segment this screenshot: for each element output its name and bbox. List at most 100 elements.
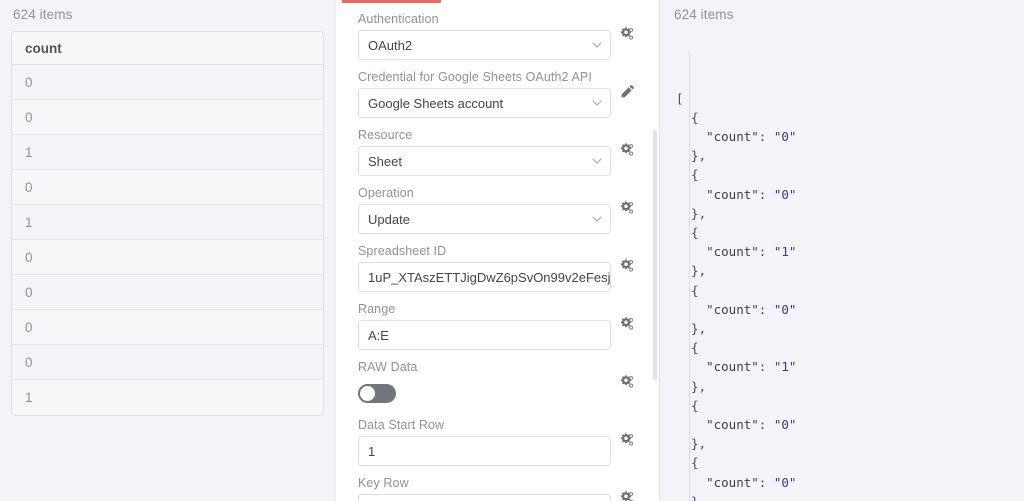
parameters-scrollbar[interactable] xyxy=(653,130,657,380)
field-options-resource[interactable] xyxy=(617,142,637,162)
input-spreadsheet-id[interactable]: 1uP_XTAszETTJigDwZ6pSvOn99v2eFesjHsc0L xyxy=(358,262,611,292)
chevron-down-icon xyxy=(592,216,602,222)
field-range: Range A:E xyxy=(358,302,637,350)
table-header-row: count xyxy=(12,32,323,65)
field-label-data-start-row: Data Start Row xyxy=(358,418,445,432)
field-options-range[interactable] xyxy=(617,316,637,336)
field-value-range: A:E xyxy=(368,327,389,343)
parameters-panel: Authentication OAuth2 Credential for Googl… xyxy=(335,0,660,501)
field-options-operation[interactable] xyxy=(617,200,637,220)
field-options-raw-data[interactable] xyxy=(617,374,637,394)
field-value-data-start-row: 1 xyxy=(368,443,376,459)
json-line: { xyxy=(676,455,699,471)
select-credential[interactable]: Google Sheets account xyxy=(358,88,611,118)
table-cell-count: 0 xyxy=(25,109,33,125)
json-line: { xyxy=(676,282,699,298)
table-cell-count: 1 xyxy=(25,390,33,405)
json-line: }, xyxy=(676,321,707,337)
table-cell-count: 0 xyxy=(25,284,33,300)
table-cell-count: 0 xyxy=(25,179,33,195)
field-label-operation: Operation xyxy=(358,186,414,200)
control-row: 1uP_XTAszETTJigDwZ6pSvOn99v2eFesjHsc0L xyxy=(358,262,611,292)
json-line: }, xyxy=(676,378,707,394)
select-operation[interactable]: Update xyxy=(358,204,611,234)
control-row: Sheet xyxy=(358,146,611,176)
field-label-range: Range xyxy=(358,302,396,316)
gears-icon[interactable] xyxy=(619,26,635,47)
toggle-knob xyxy=(360,385,375,401)
table-row: 0 xyxy=(12,100,323,135)
json-line: "count": "0" xyxy=(706,474,797,490)
json-line: { xyxy=(676,340,699,356)
control-row: 1 xyxy=(358,436,611,466)
gears-icon[interactable] xyxy=(619,374,635,395)
control-row: Update xyxy=(358,204,611,234)
json-line: { xyxy=(676,397,699,413)
input-items-count: 624 items xyxy=(13,7,73,22)
gears-icon[interactable] xyxy=(619,258,635,279)
field-value-credential: Google Sheets account xyxy=(368,95,504,111)
gears-icon[interactable] xyxy=(619,200,635,221)
table-row: 0 xyxy=(12,240,323,275)
select-authentication[interactable]: OAuth2 xyxy=(358,30,611,60)
field-options-spreadsheet-id[interactable] xyxy=(617,258,637,278)
output-items-count: 624 items xyxy=(674,7,734,22)
field-value-spreadsheet-id: 1uP_XTAszETTJigDwZ6pSvOn99v2eFesjHsc0L xyxy=(368,269,611,285)
control-row: 0 xyxy=(358,494,611,501)
field-value-authentication: OAuth2 xyxy=(368,37,413,53)
field-label-credential: Credential for Google Sheets OAuth2 API xyxy=(358,70,592,84)
active-tab-indicator xyxy=(342,0,441,3)
table-cell-count: 1 xyxy=(25,144,33,160)
chevron-down-icon xyxy=(592,100,602,106)
json-line: }, xyxy=(676,148,707,164)
json-line: }, xyxy=(676,263,707,279)
output-json-viewer[interactable]: [ { "count": "0" }, { "count": "0" }, { … xyxy=(672,31,1012,501)
select-resource[interactable]: Sheet xyxy=(358,146,611,176)
table-row: 0 xyxy=(12,310,323,345)
table-row: 0 xyxy=(12,345,323,380)
control-row: A:E xyxy=(358,320,611,350)
json-line: }, xyxy=(676,205,707,221)
field-spreadsheet-id: Spreadsheet ID 1uP_XTAszETTJigDwZ6pSvOn99… xyxy=(358,244,637,292)
table-row: 1 xyxy=(12,135,323,170)
table-body: 0 0 1 0 1 0 0 0 0 1 xyxy=(12,65,323,415)
parameters-list: Authentication OAuth2 Credential for Googl… xyxy=(336,4,659,501)
column-header-count: count xyxy=(25,40,62,56)
gears-icon[interactable] xyxy=(619,142,635,163)
json-indent-guide xyxy=(689,50,690,501)
input-panel: 624 items count 0 0 1 0 1 0 0 0 0 1 xyxy=(0,0,335,501)
json-line: "count": "1" xyxy=(706,359,797,375)
json-line: { xyxy=(676,109,699,125)
gears-icon[interactable] xyxy=(619,490,635,501)
json-line: "count": "0" xyxy=(706,301,797,317)
table-cell-count: 0 xyxy=(25,319,33,335)
table-row: 0 xyxy=(12,65,323,100)
input-range[interactable]: A:E xyxy=(358,320,611,350)
field-resource: Resource Sheet xyxy=(358,128,637,176)
input-key-row[interactable]: 0 xyxy=(358,494,611,501)
control-row: OAuth2 xyxy=(358,30,611,60)
field-credential: Credential for Google Sheets OAuth2 API G… xyxy=(358,70,637,118)
output-panel: 624 items [ { "count": "0" }, { "count":… xyxy=(660,0,1024,501)
toggle-raw-data[interactable] xyxy=(358,383,396,403)
input-data-start-row[interactable]: 1 xyxy=(358,436,611,466)
chevron-down-icon xyxy=(592,42,602,48)
field-label-key-row: Key Row xyxy=(358,476,409,490)
field-options-data-start-row[interactable] xyxy=(617,432,637,452)
field-options-key-row[interactable] xyxy=(617,490,637,501)
table-cell-count: 0 xyxy=(25,74,33,90)
field-key-row: Key Row 0 xyxy=(358,476,637,501)
table-row: 0 xyxy=(12,170,323,205)
json-line: "count": "0" xyxy=(706,186,797,202)
pencil-icon[interactable] xyxy=(619,84,635,105)
gears-icon[interactable] xyxy=(619,316,635,337)
field-options-authentication[interactable] xyxy=(617,26,637,46)
node-editor: 624 items count 0 0 1 0 1 0 0 0 0 1 Authenticatio… xyxy=(0,0,1024,501)
field-data-start-row: Data Start Row 1 xyxy=(358,418,637,466)
table-row: 1 xyxy=(12,205,323,240)
gears-icon[interactable] xyxy=(619,432,635,453)
table-cell-count: 0 xyxy=(25,249,33,265)
field-options-credential[interactable] xyxy=(617,84,637,104)
json-line: }, xyxy=(676,436,707,452)
tab-bar xyxy=(336,0,659,4)
